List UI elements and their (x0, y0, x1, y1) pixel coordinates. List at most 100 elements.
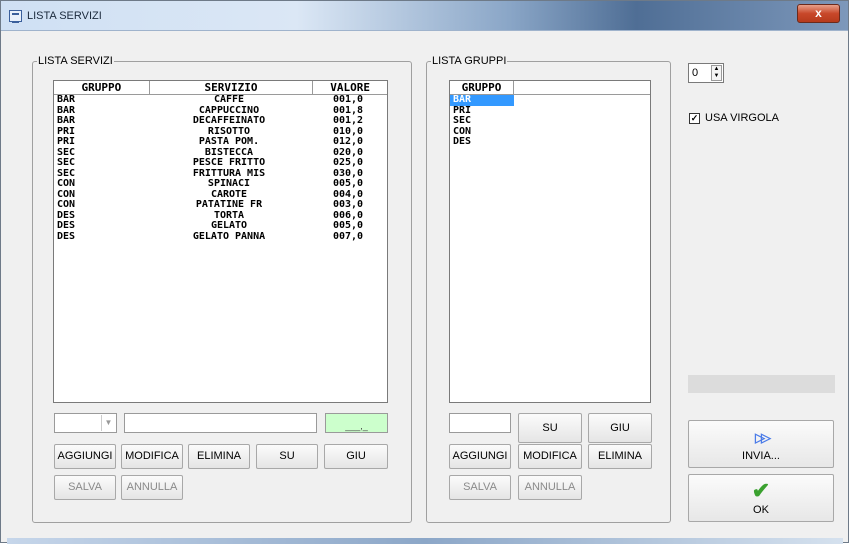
double-arrow-right-icon: ▷▷ (755, 430, 771, 445)
row-valore: 005,0 (332, 221, 364, 231)
list-item[interactable]: SEC (450, 116, 650, 127)
table-row[interactable]: BAR CAPPUCCINO 001,8 (54, 106, 387, 117)
servizi-modifica-button[interactable]: MODIFICA (121, 444, 183, 469)
list-item-label: PRI (453, 105, 472, 116)
servizi-list[interactable]: GRUPPO SERVIZIO VALORE BAR CAFFE 001,0 BAR C… (53, 80, 388, 403)
row-gruppo: SEC (57, 168, 76, 179)
ok-button[interactable]: ✔ OK (688, 474, 834, 522)
table-row[interactable]: PRI RISOTTO 010,0 (54, 127, 387, 138)
servizi-salva-button[interactable]: SALVA (54, 475, 116, 500)
table-row[interactable]: CON CAROTE 004,0 (54, 190, 387, 201)
table-row[interactable]: DES GELATO PANNA 007,0 (54, 232, 387, 243)
table-row[interactable]: CON PATATINE FR 003,0 (54, 200, 387, 211)
list-item[interactable]: BAR (450, 95, 650, 106)
row-valore: 007,0 (332, 231, 364, 242)
chevron-down-icon[interactable]: ▼ (101, 415, 115, 431)
lista-gruppi-legend: LISTA GRUPPI (432, 55, 507, 67)
valore-input[interactable]: ___,_ (325, 413, 388, 433)
table-row[interactable]: BAR CAFFE 001,0 (54, 95, 387, 106)
row-valore: 025,0 (332, 158, 364, 168)
row-servizio: CAPPUCCINO (198, 105, 260, 116)
row-valore: 006,0 (332, 210, 364, 221)
row-servizio: RISOTTO (207, 126, 251, 137)
checkmark-icon: ✔ (751, 478, 771, 503)
invia-button[interactable]: ▷▷ INVIA... (688, 420, 834, 468)
gruppi-elimina-button[interactable]: ELIMINA (588, 444, 652, 469)
gruppi-list-header: GRUPPO (450, 81, 650, 95)
gruppo-combo[interactable]: ▼ (54, 413, 117, 433)
gruppi-modifica-button[interactable]: MODIFICA (518, 444, 582, 469)
row-gruppo: DES (57, 231, 76, 242)
row-gruppo: DES (57, 210, 76, 221)
list-item[interactable]: CON (450, 127, 650, 138)
gruppo-input[interactable] (449, 413, 511, 433)
spinner-arrows-icon[interactable]: ▲ ▼ (711, 65, 722, 81)
table-row[interactable]: BAR DECAFFEINATO 001,2 (54, 116, 387, 127)
table-row[interactable]: CON SPINACI 005,0 (54, 179, 387, 190)
row-valore: 001,2 (332, 116, 364, 126)
table-row[interactable]: SEC PESCE FRITTO 025,0 (54, 158, 387, 169)
gruppi-salva-button[interactable]: SALVA (449, 475, 511, 500)
servizio-input[interactable] (124, 413, 317, 433)
row-servizio: SPINACI (207, 179, 251, 189)
servizi-elimina-button[interactable]: ELIMINA (188, 444, 250, 469)
list-item[interactable]: DES (450, 137, 650, 148)
table-row[interactable]: DES GELATO 005,0 (54, 221, 387, 232)
row-gruppo: DES (57, 221, 76, 231)
servizi-giu-button[interactable]: GIU (324, 444, 388, 469)
list-item[interactable]: PRI (450, 106, 650, 117)
row-valore: 030,0 (332, 168, 364, 179)
table-row[interactable]: SEC BISTECCA 020,0 (54, 148, 387, 159)
gruppi-annulla-button[interactable]: ANNULLA (518, 475, 582, 500)
row-gruppo: CON (57, 179, 76, 189)
table-row[interactable]: SEC FRITTURA MIS 030,0 (54, 169, 387, 180)
spinner-value: 0 (692, 67, 699, 79)
servizi-annulla-button[interactable]: ANNULLA (121, 475, 183, 500)
row-servizio: TORTA (213, 210, 245, 221)
gruppi-list[interactable]: GRUPPO BAR PRI SEC CON DES (449, 80, 651, 403)
column-header-gruppo[interactable]: GRUPPO (54, 81, 150, 94)
row-servizio: GELATO (210, 221, 248, 231)
row-valore: 001,8 (332, 105, 364, 116)
row-gruppo: BAR (57, 116, 76, 126)
app-icon (9, 10, 22, 23)
row-valore: 020,0 (332, 147, 364, 158)
gruppi-aggiungi-button[interactable]: AGGIUNGI (449, 444, 511, 469)
list-item-label: BAR (450, 95, 514, 106)
usa-virgola-checkbox[interactable]: ✓ (689, 113, 700, 124)
table-row[interactable]: PRI PASTA POM. 012,0 (54, 137, 387, 148)
column-header-valore[interactable]: VALORE (313, 81, 387, 94)
row-servizio: GELATO PANNA (192, 231, 266, 242)
column-header-gruppo[interactable]: GRUPPO (450, 81, 514, 94)
row-gruppo: CON (57, 189, 76, 200)
row-valore: 010,0 (332, 126, 364, 137)
decimals-spinner[interactable]: 0 ▲ ▼ (688, 63, 724, 83)
row-servizio: CAFFE (213, 95, 245, 105)
row-valore: 004,0 (332, 189, 364, 200)
gruppi-su-button[interactable]: SU (518, 413, 582, 443)
servizi-su-button[interactable]: SU (256, 444, 318, 469)
usa-virgola-label[interactable]: USA VIRGOLA (705, 112, 779, 124)
row-servizio: DECAFFEINATO (192, 116, 266, 126)
gruppi-rows: BAR PRI SEC CON DES (450, 95, 650, 148)
row-valore: 005,0 (332, 179, 364, 189)
window-title: LISTA SERVIZI (27, 10, 102, 22)
servizi-aggiungi-button[interactable]: AGGIUNGI (54, 444, 116, 469)
row-gruppo: BAR (57, 95, 76, 105)
lista-servizi-window: LISTA SERVIZI x LISTA SERVIZI GRUPPO SER… (0, 0, 849, 544)
list-item-label: SEC (453, 116, 472, 126)
close-button[interactable]: x (797, 4, 840, 23)
column-header-servizio[interactable]: SERVIZIO (150, 81, 314, 94)
row-gruppo: SEC (57, 158, 76, 168)
gruppi-giu-button[interactable]: GIU (588, 413, 652, 443)
list-item-label: CON (453, 126, 472, 137)
row-servizio: CAROTE (210, 189, 248, 200)
list-item-label: DES (453, 137, 472, 147)
table-row[interactable]: DES TORTA 006,0 (54, 211, 387, 222)
row-valore: 001,0 (332, 95, 364, 105)
title-bar[interactable]: LISTA SERVIZI x (1, 1, 848, 31)
lista-servizi-legend: LISTA SERVIZI (38, 55, 113, 67)
row-gruppo: PRI (57, 137, 76, 147)
row-valore: 003,0 (332, 200, 364, 210)
row-gruppo: PRI (57, 126, 76, 137)
